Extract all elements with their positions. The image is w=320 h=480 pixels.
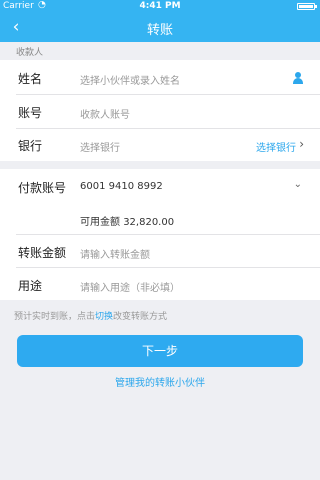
bank-label: 银行 [18,139,43,153]
bank-input[interactable]: 选择银行 [80,139,120,154]
chevron-down-icon[interactable]: ⌄ [294,179,302,190]
bank-row[interactable]: 银行 选择银行 选择银行 › [0,129,320,161]
amount-input[interactable]: 请输入转账金额 [80,246,150,261]
account-input[interactable]: 收款人账号 [80,106,130,121]
balance-label: 可用金额 [80,217,120,228]
section-label-payee: 收款人 [16,48,44,58]
status-bar: Carrier ◔ 4:41 PM [0,0,320,13]
payer-card: 付款账号 6001 9410 8992 ⌄ 可用金额 32,820.00 转账金… [0,169,320,300]
payer-account-label: 付款账号 [18,181,67,195]
contact-picker-icon[interactable] [292,72,304,84]
payer-account-row[interactable]: 付款账号 6001 9410 8992 ⌄ [0,169,320,203]
amount-label: 转账金额 [18,246,67,260]
hint-prefix: 预计实时到账，点击 [14,312,96,322]
battery-icon [297,3,317,10]
payee-card: 姓名 选择小伙伴或录入姓名 账号 收款人账号 银行 选择银行 选择银行 › [0,60,320,161]
status-time: 4:41 PM [139,1,181,11]
transfer-hint: 预计实时到账，点击切换改变转账方式 [14,309,167,322]
balance-row: 可用金额 32,820.00 [0,203,320,233]
manage-partners-link[interactable]: 管理我的转账小伙伴 [0,374,320,389]
account-label: 账号 [18,106,43,120]
purpose-row[interactable]: 用途 请输入用途（非必填） [0,268,320,300]
balance-value: 32,820.00 [123,217,175,228]
name-row[interactable]: 姓名 选择小伙伴或录入姓名 [0,60,320,94]
chevron-right-icon[interactable]: › [299,137,304,151]
page-title: 转账 [146,23,173,38]
account-row[interactable]: 账号 收款人账号 [0,95,320,128]
select-bank-link[interactable]: 选择银行 [256,139,296,154]
payer-account-value: 6001 9410 8992 [80,181,163,192]
next-step-button[interactable]: 下一步 [17,335,303,367]
switch-link[interactable]: 切换 [95,312,113,322]
name-label: 姓名 [18,72,43,86]
nav-bar: ‹ 转账 [0,13,320,42]
name-input[interactable]: 选择小伙伴或录入姓名 [80,72,180,87]
purpose-input[interactable]: 请输入用途（非必填） [80,279,180,294]
purpose-label: 用途 [18,279,43,293]
hint-suffix: 改变转账方式 [113,312,168,322]
balance-text: 可用金额 32,820.00 [80,213,174,228]
amount-row[interactable]: 转账金额 请输入转账金额 [0,235,320,267]
